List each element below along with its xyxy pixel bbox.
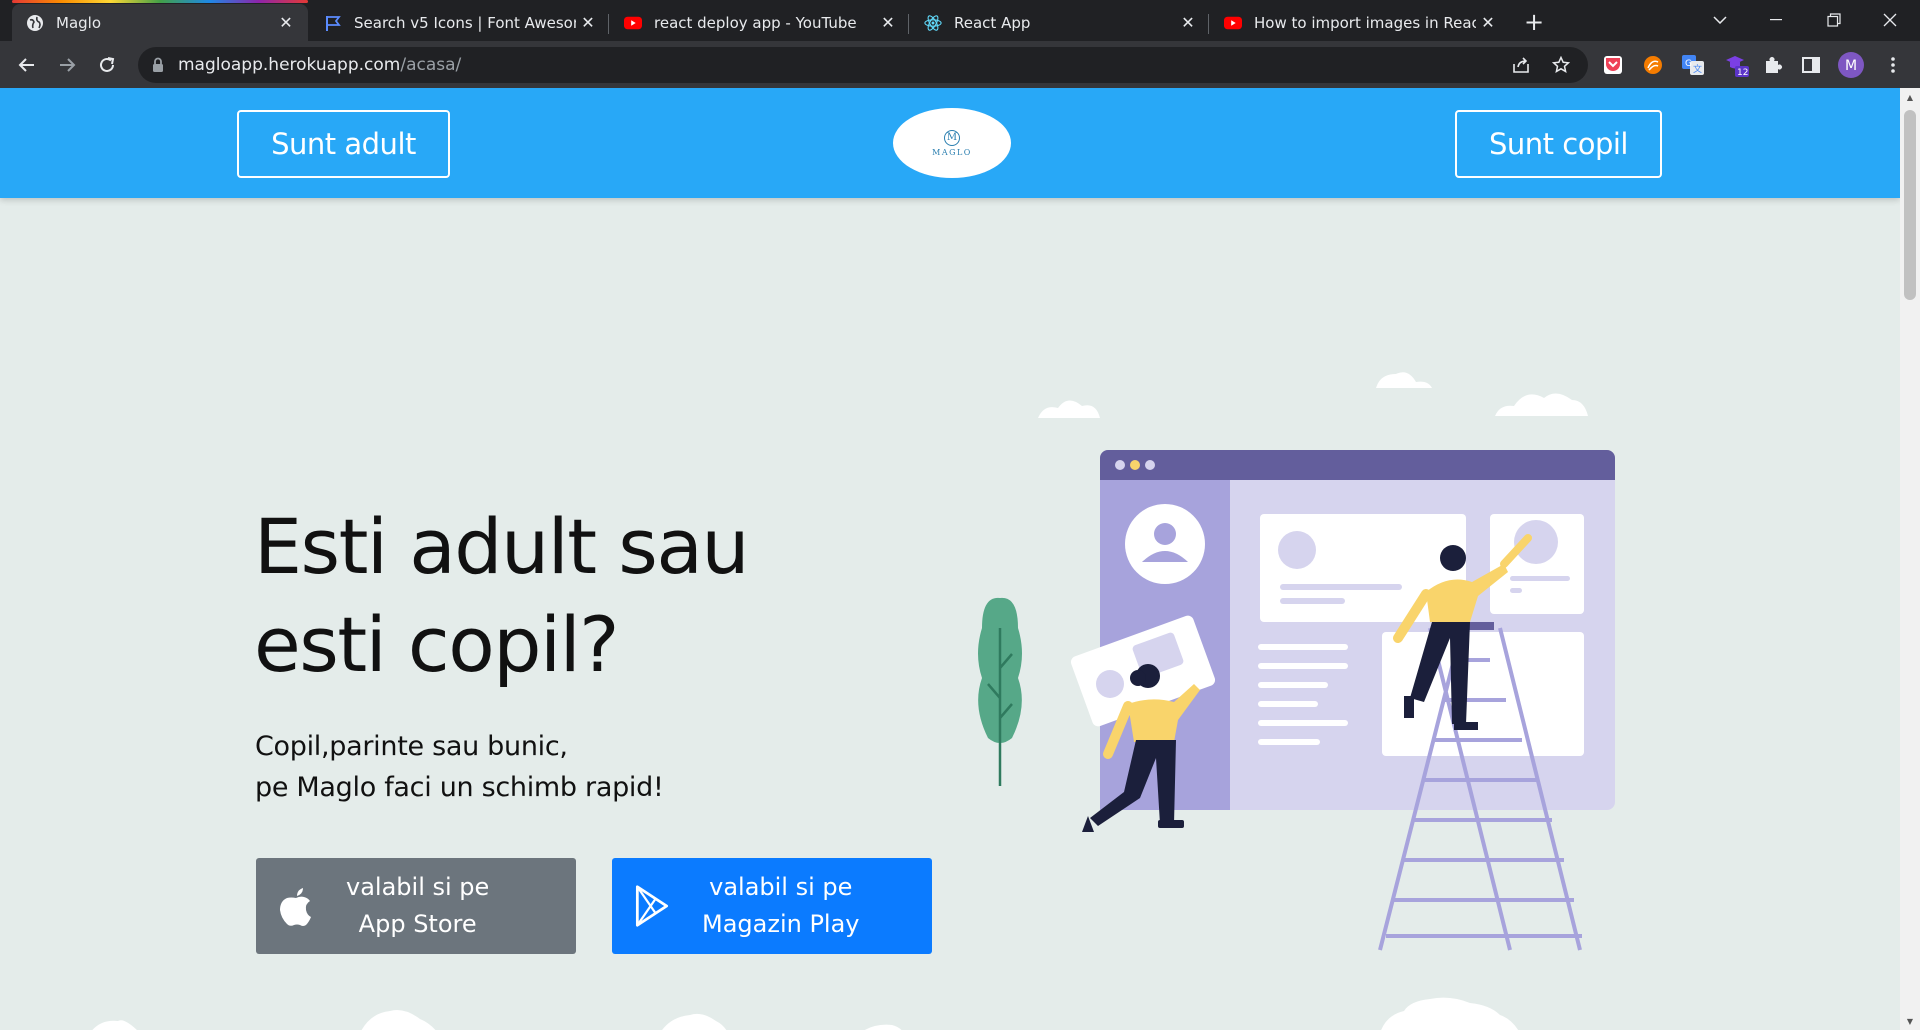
close-window-icon[interactable]	[1862, 0, 1918, 40]
svg-text:G: G	[1685, 59, 1692, 69]
tab-title: react deploy app - YouTube	[654, 13, 857, 32]
bookmark-star-icon[interactable]	[1546, 50, 1576, 80]
puzzle-extensions-icon[interactable]	[1758, 50, 1788, 80]
tab-separator	[1208, 14, 1209, 34]
cloud-decoration	[1038, 372, 1588, 418]
tab-search-chevron-icon[interactable]	[1692, 0, 1748, 40]
orange-extension-icon[interactable]	[1638, 50, 1668, 80]
hero-title-line: Esti adult sau	[254, 502, 750, 591]
svg-text:文: 文	[1693, 63, 1702, 75]
youtube-icon	[1224, 14, 1242, 32]
browser-toolbar: magloapp.herokuapp.com /acasa/ G文 12 M	[0, 41, 1920, 88]
close-tab-icon[interactable]: ✕	[876, 11, 900, 35]
tab-font-awesome[interactable]: Search v5 Icons | Font Awesome ✕	[310, 4, 610, 41]
url-host: magloapp.herokuapp.com	[178, 55, 401, 75]
graduation-cap-extension-icon[interactable]: 12	[1722, 50, 1752, 80]
url-path: /acasa/	[400, 55, 462, 75]
maglo-logo[interactable]: M MAGLO	[893, 108, 1011, 178]
app-store-button[interactable]: valabil si pe App Store	[256, 858, 576, 954]
scroll-down-arrow-icon[interactable]: ▼	[1905, 1016, 1915, 1026]
apple-icon	[280, 888, 311, 926]
page-viewport: Sunt adult M MAGLO Sunt copil Esti adult…	[0, 88, 1900, 1030]
lock-icon[interactable]	[152, 57, 166, 73]
tab-title: React App	[954, 13, 1031, 32]
kebab-menu-icon[interactable]	[1878, 50, 1908, 80]
extension-badge: 12	[1737, 68, 1748, 78]
hero-title: Esti adult sau esti copil?	[254, 498, 874, 694]
tab-react-app[interactable]: React App ✕	[910, 4, 1210, 41]
restore-icon[interactable]	[1806, 0, 1862, 40]
tab-strip: Maglo ✕ Search v5 Icons | Font Awesome ✕…	[0, 0, 1920, 41]
site-header: Sunt adult M MAGLO Sunt copil	[0, 88, 1900, 198]
hero-subtitle-line: pe Maglo faci un schimb rapid!	[255, 772, 664, 803]
hero-illustration	[978, 372, 1615, 951]
globe-icon	[26, 14, 44, 32]
hero-subtitle: Copil,parinte sau bunic, pe Maglo faci u…	[255, 726, 664, 808]
app-store-label: valabil si pe App Store	[346, 869, 489, 943]
logo-mark: M	[944, 129, 960, 146]
share-icon[interactable]	[1506, 50, 1536, 80]
hero-subtitle-line: Copil,parinte sau bunic,	[255, 731, 568, 762]
reload-icon[interactable]	[91, 49, 123, 81]
tab-title: How to import images in Reactjs	[1254, 13, 1476, 32]
tab-separator	[908, 14, 909, 34]
close-tab-icon[interactable]: ✕	[576, 11, 600, 35]
side-panel-icon[interactable]	[1796, 50, 1826, 80]
profile-initial: M	[1845, 58, 1857, 74]
close-tab-icon[interactable]: ✕	[1176, 11, 1200, 35]
google-play-label-line1: valabil si pe	[709, 873, 853, 901]
google-play-label-line2: Magazin Play	[702, 910, 860, 938]
tab-separator	[608, 14, 609, 34]
app-store-label-line1: valabil si pe	[346, 873, 490, 901]
google-play-label: valabil si pe Magazin Play	[702, 869, 860, 943]
tab-title: Search v5 Icons | Font Awesome	[354, 13, 576, 32]
pocket-extension-icon[interactable]	[1598, 50, 1628, 80]
window-dot	[1130, 460, 1140, 470]
close-tab-icon[interactable]: ✕	[1476, 11, 1500, 35]
tab-maglo[interactable]: Maglo ✕	[12, 4, 308, 41]
google-play-button[interactable]: valabil si pe Magazin Play	[612, 858, 932, 954]
font-awesome-flag-icon	[324, 14, 342, 32]
youtube-icon	[624, 14, 642, 32]
address-bar[interactable]: magloapp.herokuapp.com /acasa/	[138, 47, 1588, 83]
sunt-adult-button[interactable]: Sunt adult	[237, 110, 450, 178]
new-tab-button[interactable]: +	[1520, 8, 1548, 36]
profile-avatar[interactable]: M	[1836, 50, 1866, 80]
bottom-clouds-decoration	[92, 997, 1519, 1030]
tab-group-indicator	[12, 0, 308, 3]
tab-title: Maglo	[56, 13, 101, 32]
tree-decoration	[978, 597, 1022, 786]
sunt-copil-button[interactable]: Sunt copil	[1455, 110, 1662, 178]
app-store-label-line2: App Store	[358, 910, 477, 938]
logo-wordmark: MAGLO	[932, 147, 972, 157]
window-dot	[1145, 460, 1155, 470]
window-dot	[1115, 460, 1125, 470]
react-icon	[924, 14, 942, 32]
tab-youtube-import[interactable]: How to import images in Reactjs ✕	[1210, 4, 1510, 41]
tab-youtube-deploy[interactable]: react deploy app - YouTube ✕	[610, 4, 910, 41]
page-scrollbar[interactable]: ▲ ▼	[1900, 88, 1920, 1030]
back-arrow-icon[interactable]	[11, 49, 43, 81]
translate-extension-icon[interactable]: G文	[1678, 50, 1708, 80]
close-tab-icon[interactable]: ✕	[274, 11, 298, 35]
forward-arrow-icon[interactable]	[51, 49, 83, 81]
play-store-icon	[635, 885, 669, 927]
scrollbar-thumb[interactable]	[1904, 110, 1916, 300]
minimize-icon[interactable]	[1748, 0, 1804, 40]
hero-title-line: esti copil?	[254, 600, 620, 689]
scroll-up-arrow-icon[interactable]: ▲	[1905, 92, 1915, 102]
